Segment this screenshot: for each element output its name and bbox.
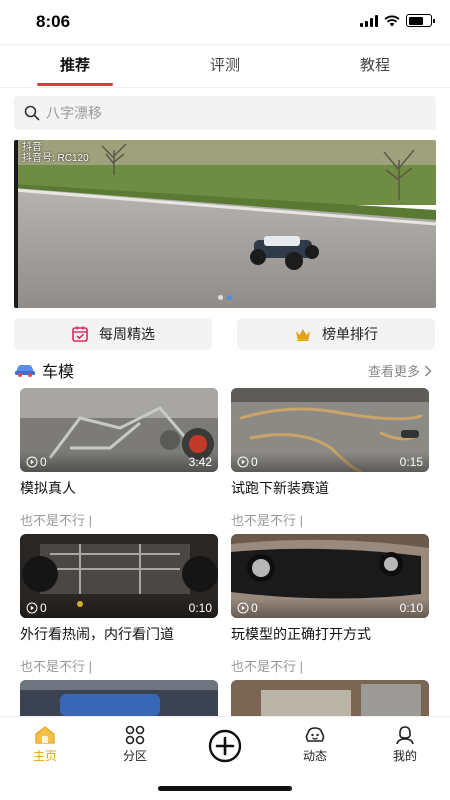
video-thumbnail[interactable]: 0 3:42 xyxy=(20,388,218,472)
video-author[interactable]: 也不是不行 | xyxy=(20,510,218,529)
video-thumbnail[interactable] xyxy=(20,680,218,716)
video-card[interactable]: 0 0:10 玩模型的正确打开方式 也不是不行 | xyxy=(231,534,429,675)
nav-feed-label: 动态 xyxy=(302,749,327,763)
video-card[interactable]: 0 0:10 外行看热闹，内行看门道 也不是不行 | xyxy=(20,534,218,675)
calendar-check-icon xyxy=(72,326,88,342)
video-author[interactable]: 也不是不行 | xyxy=(231,510,429,529)
carousel-dots xyxy=(218,295,232,300)
video-title[interactable]: 玩模型的正确打开方式 xyxy=(231,624,429,644)
battery-icon xyxy=(406,14,435,27)
nav-category-label: 分区 xyxy=(122,749,147,763)
watermark-title: 抖音 xyxy=(22,142,42,153)
video-title[interactable]: 试跑下新装赛道 xyxy=(231,478,429,498)
thumbnail-overlay: 0 3:42 xyxy=(20,452,218,472)
home-indicator xyxy=(158,786,292,791)
feed-icon xyxy=(305,727,325,742)
thumbnail-overlay: 0 0:10 xyxy=(231,598,429,618)
thumbnail-overlay: 0 0:15 xyxy=(231,452,429,472)
signal-icon xyxy=(360,14,378,27)
crown-icon xyxy=(296,329,310,341)
chevron-right-icon xyxy=(424,364,432,377)
view-count: 0 xyxy=(26,455,47,469)
status-bar: 8:06 xyxy=(0,0,450,44)
tab-recommend[interactable]: 推荐 xyxy=(0,45,150,87)
view-count-value: 0 xyxy=(40,455,47,469)
play-count-icon xyxy=(26,602,38,614)
nav-home-label: 主页 xyxy=(32,749,57,763)
section-header: 车模 查看更多 xyxy=(14,358,436,382)
weekly-picks-button[interactable]: 每周精选 xyxy=(14,318,212,350)
thumbnail-overlay: 0 0:10 xyxy=(20,598,218,618)
see-more-link[interactable]: 查看更多 xyxy=(368,361,432,380)
ranking-button[interactable]: 榜单排行 xyxy=(237,318,435,350)
ranking-label: 榜单排行 xyxy=(322,326,378,342)
view-count-value: 0 xyxy=(251,455,258,469)
video-author[interactable]: 也不是不行 | xyxy=(231,656,429,675)
video-card[interactable] xyxy=(231,680,429,716)
search-icon xyxy=(24,105,40,121)
profile-icon xyxy=(396,726,414,745)
add-circle-icon xyxy=(208,729,242,763)
category-icon xyxy=(125,725,145,745)
view-count: 0 xyxy=(237,455,258,469)
view-count: 0 xyxy=(237,601,258,615)
see-more-label: 查看更多 xyxy=(367,364,420,379)
car-icon xyxy=(15,365,35,377)
video-thumbnail[interactable]: 0 0:10 xyxy=(231,534,429,618)
view-count-value: 0 xyxy=(251,601,258,615)
thumbnail-image xyxy=(231,680,429,716)
watermark-account: 抖音号: RC120 xyxy=(22,153,89,164)
video-thumbnail[interactable]: 0 0:15 xyxy=(231,388,429,472)
wifi-icon xyxy=(384,15,400,26)
thumbnail-image xyxy=(20,680,218,716)
section-title: 车模 xyxy=(42,364,75,381)
video-duration: 3:42 xyxy=(188,455,212,469)
play-count-icon xyxy=(237,456,249,468)
video-author[interactable]: 也不是不行 | xyxy=(20,656,218,675)
video-duration: 0:10 xyxy=(399,601,423,615)
video-duration: 0:15 xyxy=(399,455,423,469)
video-card[interactable] xyxy=(20,680,218,716)
weekly-picks-label: 每周精选 xyxy=(99,326,155,342)
carousel-dot[interactable] xyxy=(218,295,223,300)
tab-review[interactable]: 评测 xyxy=(150,45,300,87)
nav-profile-label: 我的 xyxy=(392,749,417,763)
view-count-value: 0 xyxy=(40,601,47,615)
view-count: 0 xyxy=(26,601,47,615)
banner-image xyxy=(14,140,436,308)
banner-carousel[interactable]: 抖音 抖音号: RC120 xyxy=(14,140,436,308)
nav-profile[interactable]: 我的 xyxy=(360,717,450,800)
video-card[interactable]: 0 0:15 试跑下新装赛道 也不是不行 | xyxy=(231,388,429,529)
banner-watermark: 抖音 抖音号: RC120 xyxy=(22,142,89,164)
carousel-dot-active[interactable] xyxy=(227,295,232,300)
home-icon xyxy=(35,726,55,744)
nav-home[interactable]: 主页 xyxy=(0,717,90,800)
search-bar[interactable] xyxy=(14,96,436,130)
video-title[interactable]: 外行看热闹，内行看门道 xyxy=(20,624,218,644)
video-duration: 0:10 xyxy=(188,601,212,615)
search-input[interactable] xyxy=(46,105,406,121)
status-icons xyxy=(360,14,435,27)
video-title[interactable]: 模拟真人 xyxy=(20,478,218,498)
video-thumbnail[interactable] xyxy=(231,680,429,716)
tab-tutorial[interactable]: 教程 xyxy=(300,45,450,87)
play-count-icon xyxy=(237,602,249,614)
video-thumbnail[interactable]: 0 0:10 xyxy=(20,534,218,618)
video-card[interactable]: 0 3:42 模拟真人 也不是不行 | xyxy=(20,388,218,529)
top-tabs: 推荐 评测 教程 xyxy=(0,44,450,88)
status-time: 8:06 xyxy=(36,12,71,31)
play-count-icon xyxy=(26,456,38,468)
